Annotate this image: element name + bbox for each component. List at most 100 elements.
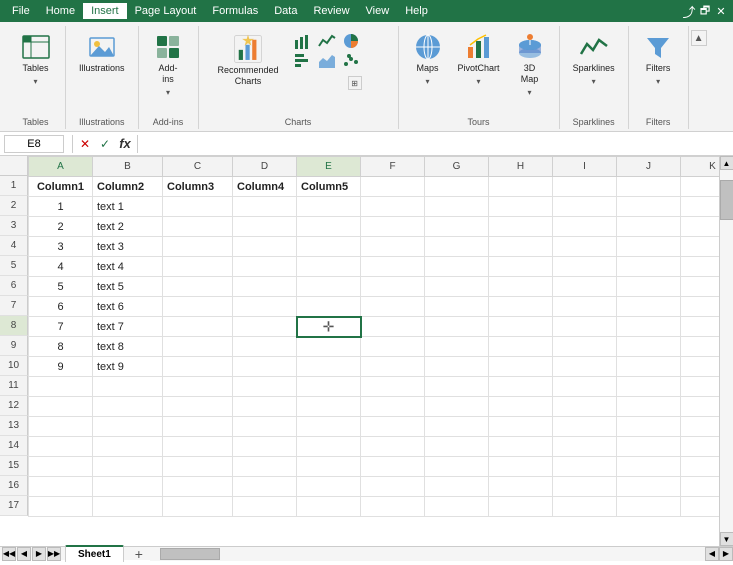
sparklines-button[interactable]: Sparklines	[568, 28, 620, 77]
cell-g4[interactable]	[425, 237, 489, 257]
cell-f5[interactable]	[361, 257, 425, 277]
row-header-5[interactable]: 5	[0, 256, 28, 276]
cell-b8[interactable]: text 7	[93, 317, 163, 337]
function-icon[interactable]: fx	[117, 136, 133, 151]
cell-h1[interactable]	[489, 177, 553, 197]
tables-dropdown[interactable]: ▾	[32, 77, 38, 86]
cell-k8[interactable]	[681, 317, 720, 337]
cell-d2[interactable]	[233, 197, 297, 217]
scroll-next-sheet[interactable]: ▶	[32, 547, 46, 561]
cell-a6[interactable]: 5	[29, 277, 93, 297]
cell-f4[interactable]	[361, 237, 425, 257]
scroll-down-button[interactable]: ▼	[720, 532, 733, 546]
cell-j2[interactable]	[617, 197, 681, 217]
cell-k9[interactable]	[681, 337, 720, 357]
cell-b10[interactable]: text 9	[93, 357, 163, 377]
row-header-10[interactable]: 10	[0, 356, 28, 376]
filters-dropdown[interactable]: ▾	[655, 77, 661, 86]
cell-h9[interactable]	[489, 337, 553, 357]
cell-j1[interactable]	[617, 177, 681, 197]
vertical-scrollbar[interactable]: ▲ ▼	[719, 156, 733, 546]
sheet-tab-sheet1[interactable]: Sheet1	[65, 545, 124, 562]
cell-reference-input[interactable]	[4, 135, 64, 153]
maps-dropdown[interactable]: ▾	[425, 77, 431, 86]
row-header-12[interactable]: 12	[0, 396, 28, 416]
cell-g6[interactable]	[425, 277, 489, 297]
cell-h10[interactable]	[489, 357, 553, 377]
menu-pagelayout[interactable]: Page Layout	[127, 3, 205, 19]
cell-c1[interactable]: Column3	[163, 177, 233, 197]
row-header-1[interactable]: 1	[0, 176, 28, 196]
cell-c10[interactable]	[163, 357, 233, 377]
cell-f8[interactable]	[361, 317, 425, 337]
confirm-icon[interactable]: ✓	[97, 137, 113, 151]
cell-j3[interactable]	[617, 217, 681, 237]
cell-d6[interactable]	[233, 277, 297, 297]
ribbon-expand-button[interactable]: ▲	[691, 30, 707, 46]
cell-k3[interactable]	[681, 217, 720, 237]
row-header-14[interactable]: 14	[0, 436, 28, 456]
cell-e3[interactable]	[297, 217, 361, 237]
scroll-first-sheet[interactable]: ◀◀	[2, 547, 16, 561]
cell-a3[interactable]: 2	[29, 217, 93, 237]
line-chart-icon[interactable]	[316, 32, 338, 50]
cell-d7[interactable]	[233, 297, 297, 317]
cell-e8[interactable]: ✛	[297, 317, 361, 337]
cell-d10[interactable]	[233, 357, 297, 377]
cell-a1[interactable]: Column1	[29, 177, 93, 197]
cell-k10[interactable]	[681, 357, 720, 377]
maps-button[interactable]: Maps	[407, 28, 449, 77]
row-header-17[interactable]: 17	[0, 496, 28, 516]
recommended-charts-button[interactable]: RecommendedCharts	[213, 30, 284, 90]
cell-i4[interactable]	[553, 237, 617, 257]
cell-g8[interactable]	[425, 317, 489, 337]
row-header-2[interactable]: 2	[0, 196, 28, 216]
cell-g7[interactable]	[425, 297, 489, 317]
cell-j5[interactable]	[617, 257, 681, 277]
menu-view[interactable]: View	[358, 3, 398, 19]
cell-h4[interactable]	[489, 237, 553, 257]
cell-i2[interactable]	[553, 197, 617, 217]
scroll-up-button[interactable]: ▲	[720, 156, 733, 170]
cell-d3[interactable]	[233, 217, 297, 237]
cell-e9[interactable]	[297, 337, 361, 357]
cell-a10[interactable]: 9	[29, 357, 93, 377]
cell-j9[interactable]	[617, 337, 681, 357]
area-chart-icon[interactable]	[316, 52, 338, 70]
cell-c7[interactable]	[163, 297, 233, 317]
cell-k6[interactable]	[681, 277, 720, 297]
scrollbar-thumb[interactable]	[720, 180, 733, 220]
cell-a2[interactable]: 1	[29, 197, 93, 217]
cell-b1[interactable]: Column2	[93, 177, 163, 197]
pivotchart-button[interactable]: PivotChart	[453, 28, 505, 77]
cell-i8[interactable]	[553, 317, 617, 337]
column-chart-icon[interactable]	[292, 32, 314, 50]
cell-f9[interactable]	[361, 337, 425, 357]
col-header-g[interactable]: G	[425, 157, 489, 177]
horizontal-scrollbar[interactable]: ◀◀ ◀ ▶ ▶▶ Sheet1 + ◀ ▶	[0, 546, 733, 560]
cell-k2[interactable]	[681, 197, 720, 217]
cell-h5[interactable]	[489, 257, 553, 277]
tables-button[interactable]: Tables	[15, 28, 57, 77]
cell-e6[interactable]	[297, 277, 361, 297]
col-header-e[interactable]: E	[297, 157, 361, 177]
cell-k1[interactable]	[681, 177, 720, 197]
col-header-f[interactable]: F	[361, 157, 425, 177]
cell-d8[interactable]	[233, 317, 297, 337]
cell-b6[interactable]: text 5	[93, 277, 163, 297]
col-header-a[interactable]: A	[29, 157, 93, 177]
cell-i5[interactable]	[553, 257, 617, 277]
col-header-k[interactable]: K	[681, 157, 720, 177]
h-scroll-thumb[interactable]	[160, 548, 220, 560]
row-header-16[interactable]: 16	[0, 476, 28, 496]
scroll-last-sheet[interactable]: ▶▶	[47, 547, 61, 561]
cell-f10[interactable]	[361, 357, 425, 377]
cell-h3[interactable]	[489, 217, 553, 237]
cell-c2[interactable]	[163, 197, 233, 217]
3dmap-button[interactable]: 3DMap	[509, 28, 551, 88]
cell-a7[interactable]: 6	[29, 297, 93, 317]
row-header-3[interactable]: 3	[0, 216, 28, 236]
menu-formulas[interactable]: Formulas	[204, 3, 266, 19]
cell-g10[interactable]	[425, 357, 489, 377]
menu-data[interactable]: Data	[266, 3, 305, 19]
